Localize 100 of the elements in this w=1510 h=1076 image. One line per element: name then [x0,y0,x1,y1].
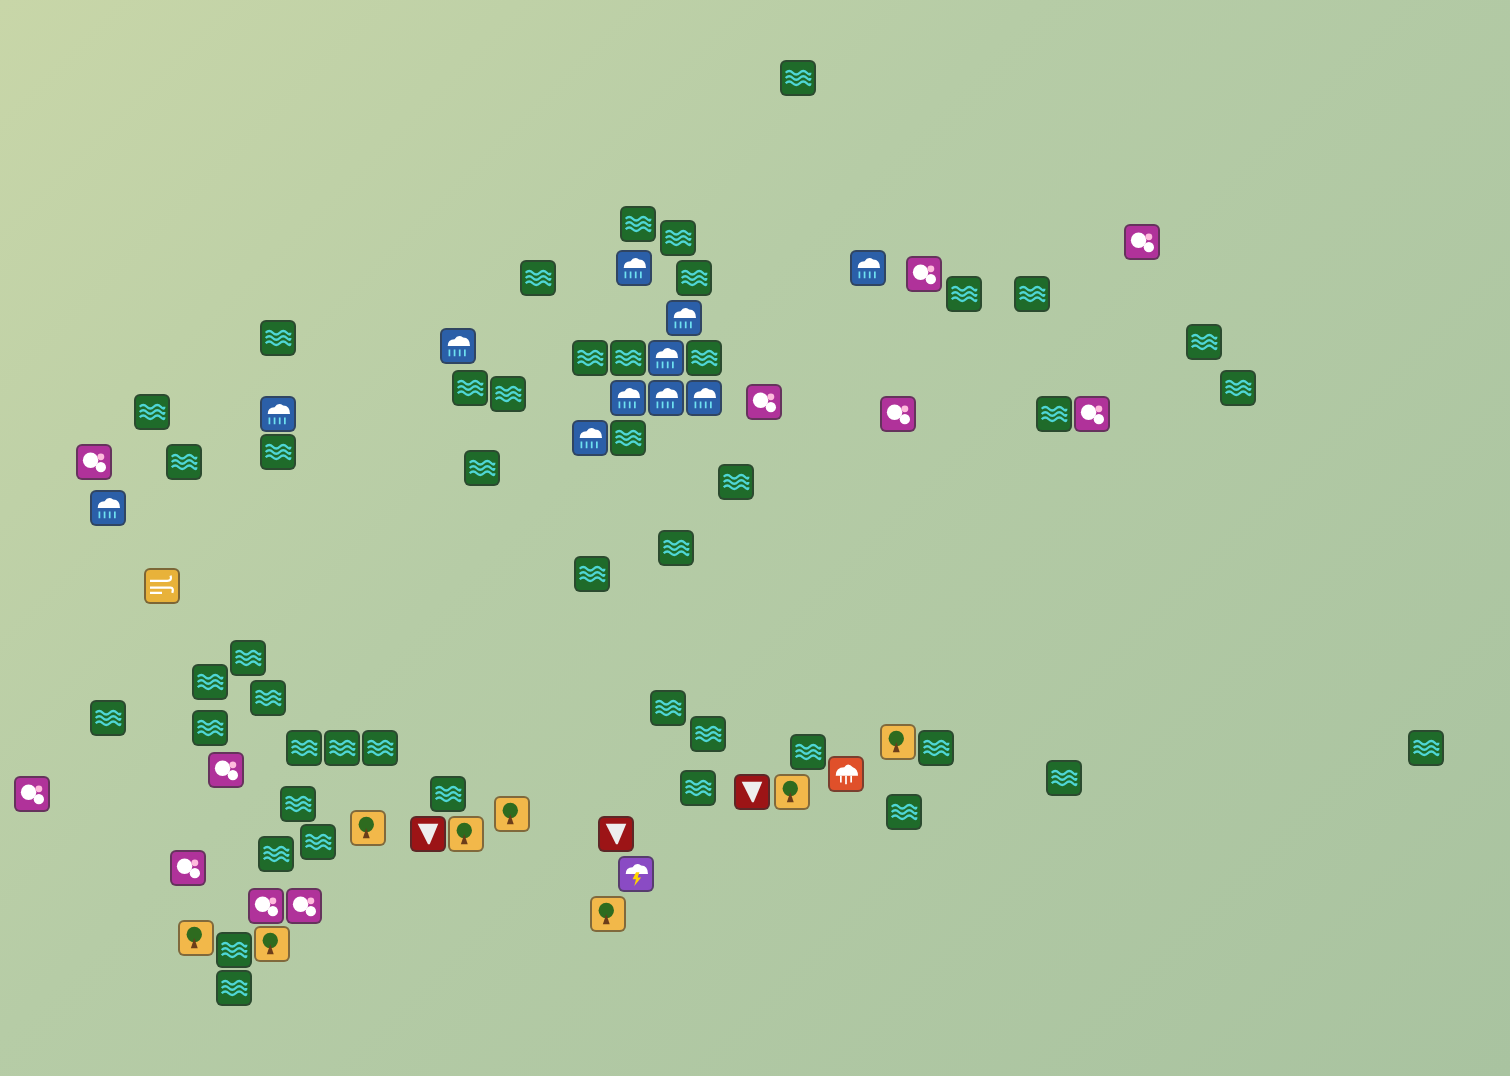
flood-marker[interactable] [90,700,126,736]
waves-icon [1018,282,1046,306]
hail-marker[interactable] [76,444,112,480]
waves-icon [366,736,394,760]
rain-cloud-marker[interactable] [648,380,684,416]
flood-marker[interactable] [574,556,610,592]
flood-marker[interactable] [718,464,754,500]
flood-marker[interactable] [620,206,656,242]
tree-marker[interactable] [590,896,626,932]
hail-marker[interactable] [170,850,206,886]
waves-icon [1050,766,1078,790]
flood-marker[interactable] [1186,324,1222,360]
rain-cloud-marker[interactable] [616,250,652,286]
waves-icon [624,212,652,236]
tree-marker[interactable] [448,816,484,852]
tree-marker[interactable] [178,920,214,956]
hail-marker[interactable] [286,888,322,924]
flood-marker[interactable] [1036,396,1072,432]
flood-marker[interactable] [490,376,526,412]
waves-icon [262,842,290,866]
hail-marker[interactable] [906,256,942,292]
waves-icon [784,66,812,90]
flood-marker[interactable] [192,664,228,700]
rain-cloud-marker[interactable] [572,420,608,456]
hail-marker[interactable] [208,752,244,788]
rain-cloud-marker[interactable] [610,380,646,416]
flood-marker[interactable] [520,260,556,296]
flood-marker[interactable] [134,394,170,430]
flood-marker[interactable] [166,444,202,480]
rain-cloud-marker[interactable] [440,328,476,364]
waves-icon [304,830,332,854]
flood-marker[interactable] [250,680,286,716]
flood-marker[interactable] [230,640,266,676]
flood-marker[interactable] [362,730,398,766]
hail-marker[interactable] [1124,224,1160,260]
cloud-marker[interactable] [828,756,864,792]
flood-marker[interactable] [572,340,608,376]
flood-marker[interactable] [324,730,360,766]
flood-marker[interactable] [680,770,716,806]
waves-icon [264,326,292,350]
lightning-cloud-marker[interactable] [618,856,654,892]
flood-marker[interactable] [258,836,294,872]
flood-marker[interactable] [464,450,500,486]
waves-icon [890,800,918,824]
hail-marker[interactable] [14,776,50,812]
flood-marker[interactable] [216,970,252,1006]
rain-cloud-marker[interactable] [90,490,126,526]
flood-marker[interactable] [660,220,696,256]
flood-marker[interactable] [192,710,228,746]
flood-marker[interactable] [918,730,954,766]
flood-marker[interactable] [610,340,646,376]
tree-marker[interactable] [774,774,810,810]
flood-marker[interactable] [1220,370,1256,406]
flood-marker[interactable] [886,794,922,830]
flood-marker[interactable] [1014,276,1050,312]
flood-marker[interactable] [260,320,296,356]
rain-cloud-marker[interactable] [686,380,722,416]
flood-marker[interactable] [658,530,694,566]
tree-marker[interactable] [254,926,290,962]
rain-cloud-marker[interactable] [260,396,296,432]
rain-cloud-icon [264,402,292,426]
flood-marker[interactable] [650,690,686,726]
flood-marker[interactable] [216,932,252,968]
hail-marker[interactable] [746,384,782,420]
flood-marker[interactable] [260,434,296,470]
flood-marker[interactable] [280,786,316,822]
rain-cloud-marker[interactable] [648,340,684,376]
rain-cloud-icon [94,496,122,520]
flood-marker[interactable] [1046,760,1082,796]
flood-marker[interactable] [610,420,646,456]
flood-marker[interactable] [300,824,336,860]
hail-marker[interactable] [1074,396,1110,432]
hail-marker[interactable] [248,888,284,924]
funnel-marker[interactable] [598,816,634,852]
waves-icon [654,696,682,720]
waves-icon [494,382,522,406]
flood-marker[interactable] [790,734,826,770]
flood-marker[interactable] [286,730,322,766]
funnel-marker[interactable] [410,816,446,852]
funnel-icon [602,822,630,846]
funnel-marker[interactable] [734,774,770,810]
flood-marker[interactable] [452,370,488,406]
waves-icon [196,716,224,740]
flood-marker[interactable] [946,276,982,312]
tree-marker[interactable] [350,810,386,846]
waves-icon [614,426,642,450]
hail-marker[interactable] [880,396,916,432]
flood-marker[interactable] [430,776,466,812]
rain-cloud-marker[interactable] [666,300,702,336]
wind-sign-marker[interactable] [144,568,180,604]
hailstones-icon [750,390,778,414]
flood-marker[interactable] [676,260,712,296]
waves-icon [254,686,282,710]
tree-marker[interactable] [880,724,916,760]
flood-marker[interactable] [690,716,726,752]
flood-marker[interactable] [686,340,722,376]
rain-cloud-marker[interactable] [850,250,886,286]
tree-marker[interactable] [494,796,530,832]
flood-marker[interactable] [780,60,816,96]
flood-marker[interactable] [1408,730,1444,766]
